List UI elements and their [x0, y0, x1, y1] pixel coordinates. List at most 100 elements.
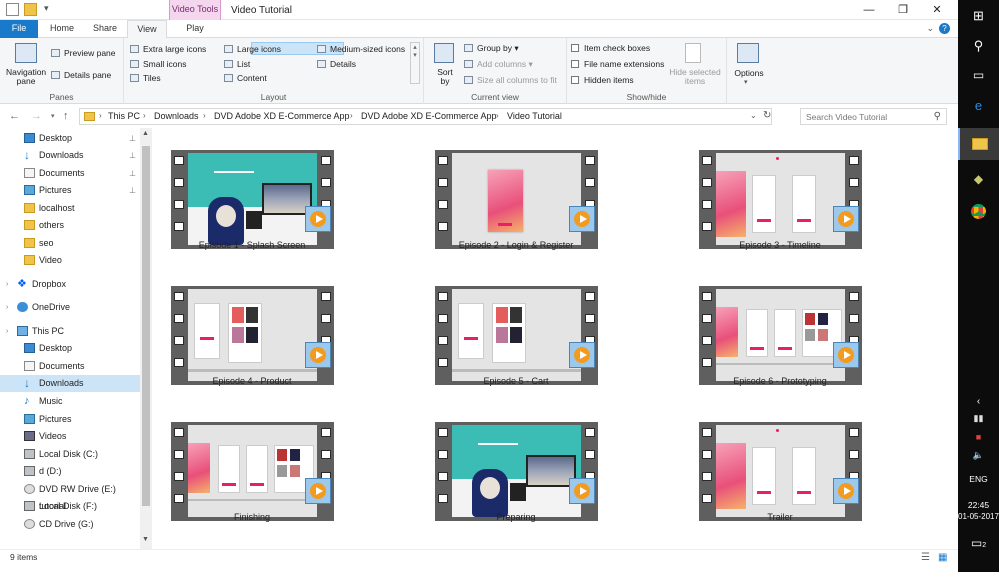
video-file-item[interactable]: Episode 3 - Timeline [680, 128, 880, 252]
nav-item[interactable]: Local Disk (C:) [0, 446, 140, 463]
maximize-button[interactable]: ❐ [886, 0, 920, 20]
nav-item[interactable]: Documents ⊥ [0, 165, 140, 182]
edge-browser-icon[interactable]: e [958, 98, 999, 113]
clock-time[interactable]: 22:45 [958, 500, 999, 510]
properties-icon[interactable] [6, 3, 19, 16]
file-name-extensions-checkbox[interactable] [571, 60, 579, 68]
close-button[interactable]: ✕ [920, 0, 954, 20]
nav-item[interactable]: Videos [0, 428, 140, 445]
nav-item[interactable]: OneDrive › [0, 299, 140, 316]
layout-list[interactable]: List [224, 59, 250, 69]
clock-date[interactable]: 01-05-2017 [958, 512, 999, 521]
hidden-items-toggle[interactable]: Hidden items [571, 75, 634, 85]
help-button[interactable]: ? [939, 23, 950, 34]
nav-item[interactable]: localhost [0, 200, 140, 217]
details-pane-button[interactable]: Details pane [51, 70, 111, 80]
size-columns-button[interactable]: Size all columns to fit [464, 75, 557, 85]
nav-item[interactable]: others [0, 217, 140, 234]
preview-pane-button[interactable]: Preview pane [51, 48, 116, 58]
pin-icon[interactable]: ⊥ [129, 147, 136, 164]
breadcrumb-separator-icon[interactable]: › [203, 111, 206, 120]
nav-item[interactable]: ↓ Downloads [0, 375, 140, 392]
nav-item[interactable]: ❖ Dropbox › [0, 276, 140, 293]
nav-item[interactable]: Local Disk (F:) [0, 498, 140, 515]
nav-item[interactable]: Pictures [0, 411, 140, 428]
breadcrumb-separator-icon[interactable]: › [350, 111, 353, 120]
scroll-down-icon[interactable]: ▼ [142, 536, 149, 543]
expand-chevron-icon[interactable]: › [6, 299, 8, 316]
breadcrumb-downloads[interactable]: Downloads [154, 111, 199, 121]
group-by-button[interactable]: Group by ▾ [464, 43, 519, 54]
item-check-boxes-toggle[interactable]: Item check boxes [571, 43, 650, 53]
breadcrumb-video-tutorial[interactable]: Video Tutorial [507, 111, 562, 121]
antivirus-icon[interactable]: ■ [958, 432, 999, 442]
file-name-extensions-toggle[interactable]: File name extensions [571, 59, 664, 69]
layout-content[interactable]: Content [224, 73, 267, 83]
volume-icon[interactable]: 🔈 [958, 450, 999, 461]
notifications-icon[interactable]: ▭2 [958, 536, 999, 550]
video-file-item[interactable]: Episode 5 - Cart [416, 264, 616, 388]
minimize-button[interactable]: — [852, 0, 886, 20]
nav-item[interactable]: ↓ Downloads ⊥ [0, 147, 140, 164]
sort-by-button[interactable]: Sort by [432, 68, 458, 86]
item-check-boxes-checkbox[interactable] [571, 44, 579, 52]
file-explorer-taskbar-button[interactable] [958, 128, 999, 160]
layout-medium-icons[interactable]: Medium-sized icons [317, 44, 405, 54]
show-hidden-icons-icon[interactable]: ‹ [958, 396, 999, 407]
nav-item[interactable]: d (D:) [0, 463, 140, 480]
search-box[interactable]: Search Video Tutorial ⚲ [800, 108, 947, 125]
layout-small-icons[interactable]: Small icons [130, 59, 186, 69]
pin-icon[interactable]: ⊥ [129, 165, 136, 182]
navigation-pane-button[interactable]: Navigation pane [6, 68, 46, 86]
forward-arrow-icon[interactable]: → [31, 110, 42, 122]
layout-details[interactable]: Details [317, 59, 356, 69]
options-button[interactable]: Options [731, 68, 767, 78]
new-folder-icon[interactable] [24, 3, 37, 16]
app-icon[interactable]: ◆ [958, 172, 999, 186]
details-view-icon[interactable]: ☰ [921, 552, 930, 563]
video-file-item[interactable]: Episode 6 - Prototyping [680, 264, 880, 388]
hide-selected-button[interactable]: Hide selected items [667, 68, 723, 86]
search-icon[interactable]: ⚲ [958, 38, 999, 54]
nav-item[interactable]: Desktop ⊥ [0, 130, 140, 147]
nav-item[interactable]: Video [0, 252, 140, 269]
ribbon-expand-icon[interactable]: ⌄ [926, 23, 934, 34]
refresh-icon[interactable]: ↻ [763, 110, 771, 121]
language-indicator[interactable]: ENG [958, 474, 999, 484]
back-arrow-icon[interactable]: ← [9, 110, 20, 122]
layout-tiles[interactable]: Tiles [130, 73, 161, 83]
scroll-up-icon[interactable]: ▲ [142, 130, 149, 137]
breadcrumb-this-pc[interactable]: This PC [108, 111, 140, 121]
video-file-item[interactable]: Trailer [680, 400, 880, 524]
search-icon[interactable]: ⚲ [934, 111, 941, 122]
video-file-item[interactable]: Preparing [416, 400, 616, 524]
network-icon[interactable]: ▮▮ [958, 413, 999, 424]
nav-item[interactable]: This PC › [0, 323, 140, 340]
tab-view[interactable]: View [127, 20, 167, 39]
expand-chevron-icon[interactable]: › [6, 276, 8, 293]
windows-start-icon[interactable]: ⊞ [958, 8, 999, 24]
nav-item[interactable]: Pictures ⊥ [0, 182, 140, 199]
tab-play[interactable]: Play [169, 20, 221, 38]
video-file-item[interactable]: Episode 4 - Product [152, 264, 352, 388]
tab-file[interactable]: File [0, 20, 38, 38]
breadcrumb-dvd-folder[interactable]: DVD Adobe XD E-Commerce App [214, 111, 350, 121]
chrome-icon[interactable] [958, 204, 999, 222]
breadcrumb-separator-icon[interactable]: › [143, 111, 146, 120]
nav-item[interactable]: Documents [0, 358, 140, 375]
nav-item[interactable]: Desktop [0, 340, 140, 357]
expand-chevron-icon[interactable]: › [6, 323, 8, 340]
nav-item[interactable]: ♪ Music [0, 393, 140, 410]
layout-large-icons[interactable]: Large icons [224, 44, 281, 54]
tab-home[interactable]: Home [44, 20, 80, 38]
pin-icon[interactable]: ⊥ [129, 182, 136, 199]
video-file-item[interactable]: Episode 1 - Splash Screen [152, 128, 352, 252]
nav-scrollbar[interactable]: ▲ ▼ [140, 128, 152, 549]
video-file-item[interactable]: Episode 2 - Login & Register [416, 128, 616, 252]
video-file-item[interactable]: Finishing [152, 400, 352, 524]
large-icons-view-icon[interactable]: ▦ [938, 552, 947, 563]
breadcrumb-separator-icon[interactable]: › [496, 111, 499, 120]
hidden-items-checkbox[interactable] [571, 76, 579, 84]
address-bar[interactable]: › This PC › Downloads › DVD Adobe XD E-C… [79, 108, 772, 125]
up-arrow-icon[interactable]: ↑ [63, 110, 69, 122]
